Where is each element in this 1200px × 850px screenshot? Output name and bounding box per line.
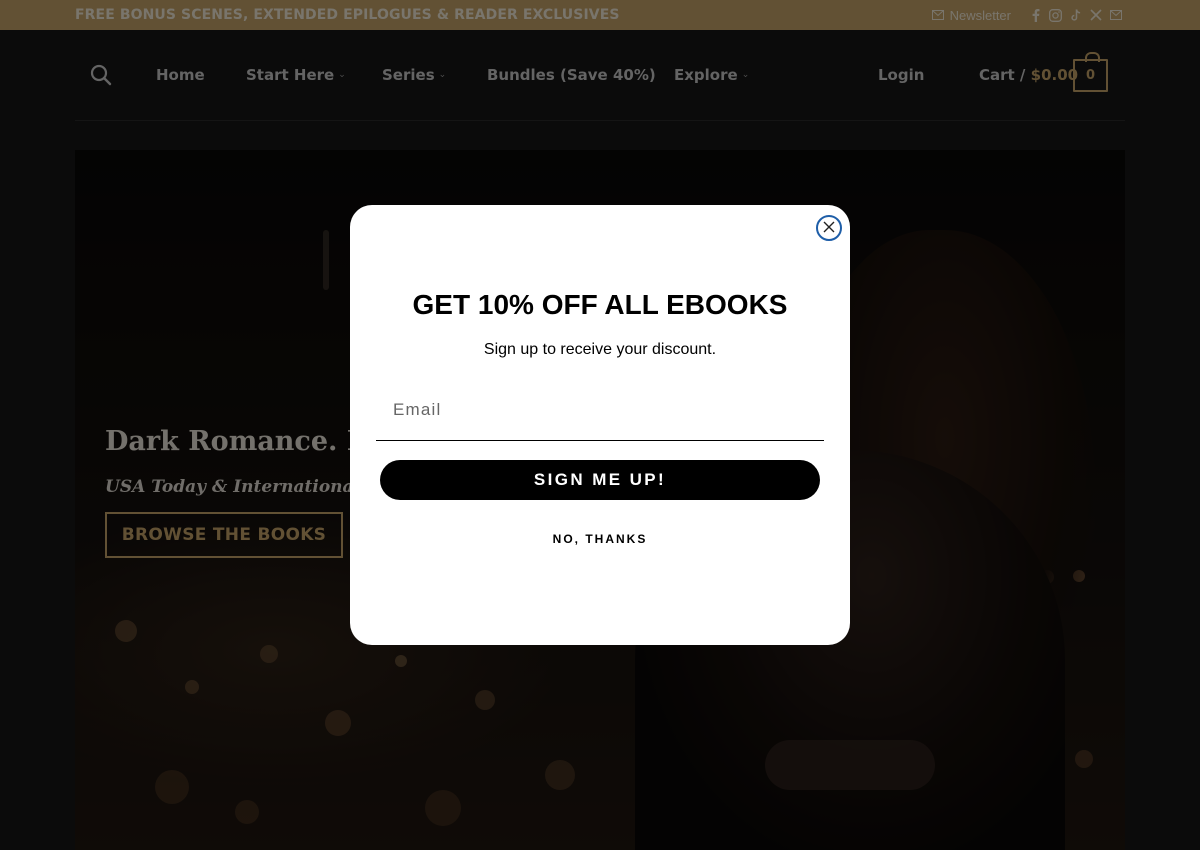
- close-button[interactable]: [816, 215, 842, 241]
- no-thanks-link[interactable]: NO, THANKS: [350, 532, 850, 546]
- popup-subtitle: Sign up to receive your discount.: [483, 341, 717, 358]
- close-icon: [823, 221, 835, 236]
- email-field[interactable]: [376, 380, 824, 441]
- discount-popup: GET 10% OFF ALL EBOOKS Sign up to receiv…: [350, 205, 850, 645]
- sign-up-button[interactable]: SIGN ME UP!: [380, 460, 820, 500]
- popup-title: GET 10% OFF ALL EBOOKS: [412, 289, 788, 320]
